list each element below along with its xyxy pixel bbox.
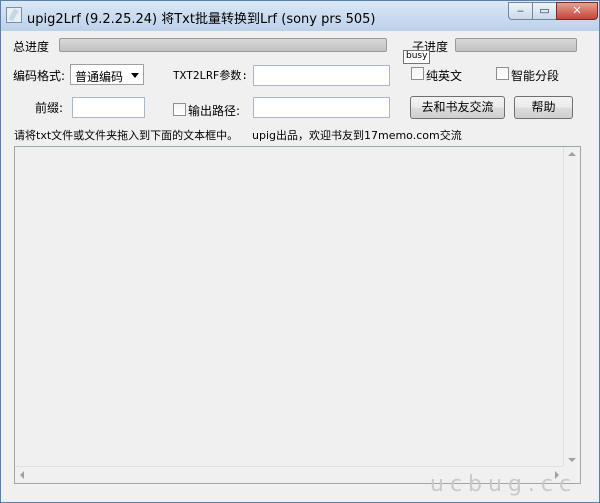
param-input[interactable] xyxy=(253,65,390,86)
param-label: TXT2LRF参数: xyxy=(173,69,248,82)
vertical-scrollbar[interactable] xyxy=(563,147,580,467)
encoding-select[interactable]: 普通编码 xyxy=(70,64,144,85)
title-bar[interactable]: upig2Lrf (9.2.25.24) 将Txt批量转换到Lrf (sony … xyxy=(1,1,599,31)
drag-hint-text: 请将txt文件或文件夹拖入到下面的文本框中。 xyxy=(14,129,239,142)
prefix-label: 前缀: xyxy=(35,101,64,115)
pure-english-checkbox[interactable] xyxy=(411,67,424,80)
output-path-input[interactable] xyxy=(253,97,390,118)
app-icon xyxy=(6,7,22,23)
help-button[interactable]: 帮助 xyxy=(514,96,573,119)
chevron-down-icon xyxy=(131,73,139,78)
window-title: upig2Lrf (9.2.25.24) 将Txt批量转换到Lrf (sony … xyxy=(27,12,376,27)
scroll-left-icon[interactable] xyxy=(20,471,24,479)
maximize-button[interactable]: ▭ xyxy=(532,2,557,20)
scroll-up-icon[interactable] xyxy=(568,152,576,156)
community-button[interactable]: 去和书友交流 xyxy=(410,96,505,119)
output-path-checkbox[interactable] xyxy=(173,103,186,116)
scroll-down-icon[interactable] xyxy=(568,458,576,462)
encoding-label: 编码格式: xyxy=(13,69,66,83)
prefix-input[interactable] xyxy=(72,97,145,118)
encoding-selected-value: 普通编码 xyxy=(75,70,124,84)
sub-progress-bar xyxy=(455,38,577,52)
minimize-button[interactable]: ‒ xyxy=(508,2,533,20)
smart-split-label: 智能分段 xyxy=(511,69,560,83)
smart-split-checkbox[interactable] xyxy=(496,67,509,80)
app-window: upig2Lrf (9.2.25.24) 将Txt批量转换到Lrf (sony … xyxy=(0,0,600,503)
busy-tooltip: busy xyxy=(403,50,431,64)
total-progress-bar xyxy=(59,38,387,52)
total-progress-label: 总进度 xyxy=(13,40,50,54)
output-path-label: 输出路径: xyxy=(188,104,241,118)
watermark: ucbug.cc xyxy=(430,472,578,497)
pure-english-label: 纯英文 xyxy=(426,69,463,83)
file-drop-textarea[interactable] xyxy=(14,146,581,484)
close-button[interactable]: ✕ xyxy=(556,2,598,20)
credit-text: upig出品，欢迎书友到17memo.com交流 xyxy=(252,129,462,142)
